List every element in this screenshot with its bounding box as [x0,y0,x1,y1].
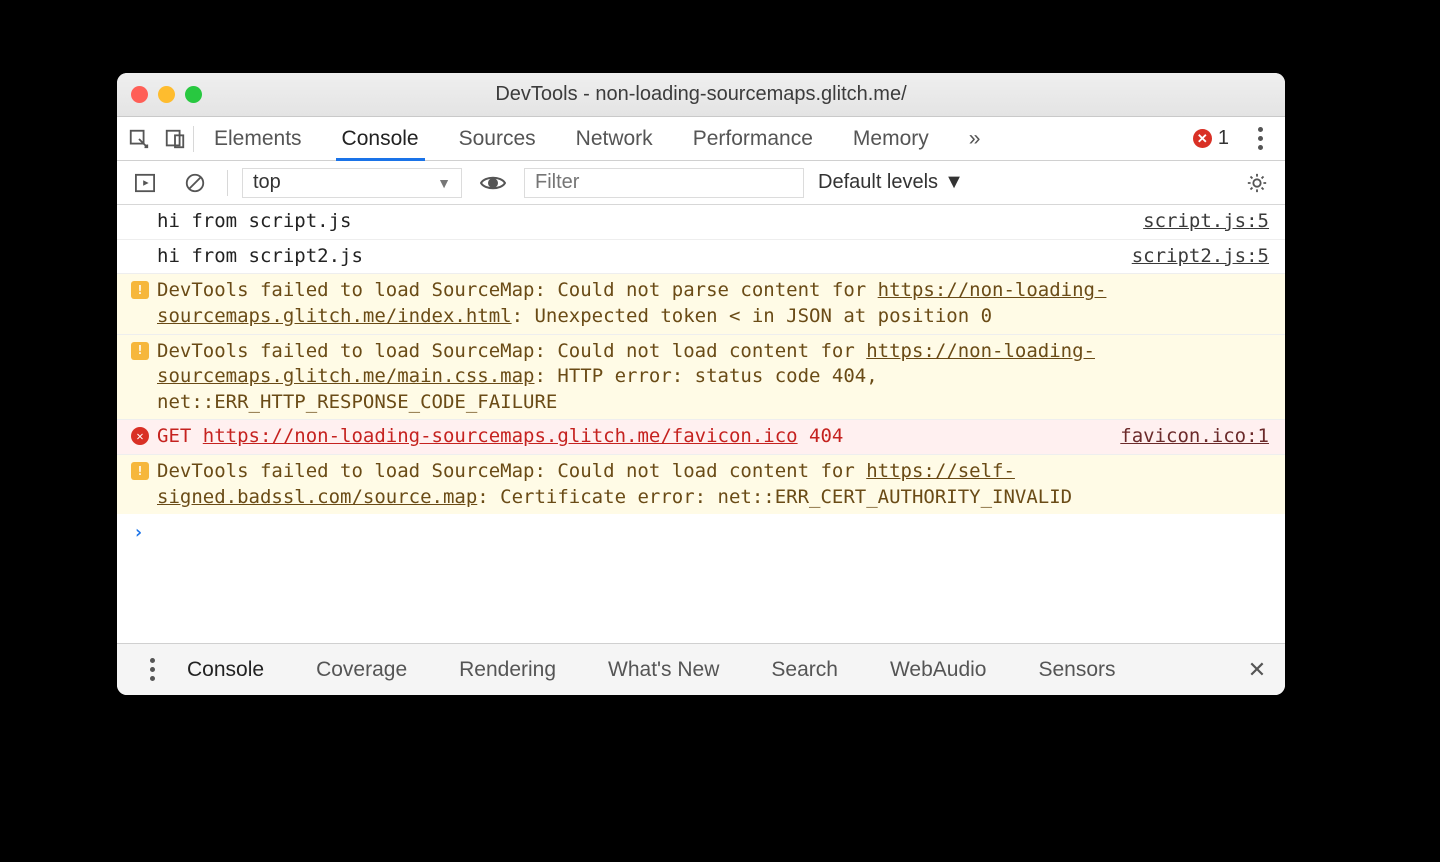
message-text: hi from script2.js [157,244,363,270]
drawer-tab-whatsnew[interactable]: What's New [606,644,721,695]
tab-sources[interactable]: Sources [457,117,538,160]
tab-elements[interactable]: Elements [212,117,304,160]
message-source-link[interactable]: script2.js:5 [1112,244,1269,270]
drawer-close-icon[interactable]: ✕ [1239,657,1275,683]
console-message[interactable]: hi from script2.js script2.js:5 [117,239,1285,274]
message-text: DevTools failed to load SourceMap: Could… [157,459,1269,510]
warning-icon: ! [131,281,149,299]
console-prompt[interactable]: › [117,514,1285,551]
clear-console-icon[interactable] [177,165,213,201]
drawer-tab-sensors[interactable]: Sensors [1036,644,1117,695]
main-tabs-bar: Elements Console Sources Network Perform… [117,117,1285,161]
console-error[interactable]: ✕ GET https://non-loading-sourcemaps.gli… [117,419,1285,454]
chevron-down-icon: ▼ [944,171,964,194]
warning-icon: ! [131,342,149,360]
drawer-tab-webaudio[interactable]: WebAudio [888,644,989,695]
warning-icon: ! [131,462,149,480]
divider [193,126,194,152]
divider [227,170,228,196]
message-source-link[interactable]: script.js:5 [1123,209,1269,235]
message-text: GET https://non-loading-sourcemaps.glitc… [157,424,843,450]
drawer-tab-rendering[interactable]: Rendering [457,644,558,695]
error-icon: ✕ [131,427,149,445]
minimize-window-button[interactable] [158,86,175,103]
error-count-value: 1 [1218,127,1229,150]
devtools-window: DevTools - non-loading-sourcemaps.glitch… [117,73,1285,695]
zoom-window-button[interactable] [185,86,202,103]
tabs-overflow[interactable]: » [967,117,983,160]
drawer-menu-icon[interactable] [137,658,167,681]
main-tabs: Elements Console Sources Network Perform… [212,117,982,160]
log-levels-select[interactable]: Default levels ▼ [818,171,964,194]
console-warning[interactable]: ! DevTools failed to load SourceMap: Cou… [117,273,1285,333]
error-counter[interactable]: ✕ 1 [1193,127,1229,150]
message-text: DevTools failed to load SourceMap: Could… [157,278,1269,329]
drawer-tabs: Console Coverage Rendering What's New Se… [185,644,1118,695]
live-expression-icon[interactable] [476,165,510,201]
error-icon: ✕ [1193,129,1212,148]
titlebar: DevTools - non-loading-sourcemaps.glitch… [117,73,1285,117]
drawer-tab-search[interactable]: Search [769,644,840,695]
tab-performance[interactable]: Performance [691,117,815,160]
console-output: hi from script.js script.js:5 hi from sc… [117,205,1285,643]
traffic-lights [131,86,202,103]
tab-console[interactable]: Console [340,117,421,160]
message-text: DevTools failed to load SourceMap: Could… [157,339,1269,416]
log-levels-label: Default levels [818,171,938,194]
console-warning[interactable]: ! DevTools failed to load SourceMap: Cou… [117,454,1285,514]
chevron-down-icon: ▼ [437,175,451,191]
inspect-element-icon[interactable] [121,121,157,157]
tab-network[interactable]: Network [574,117,655,160]
console-toolbar: top ▼ Default levels ▼ [117,161,1285,205]
execution-context-select[interactable]: top ▼ [242,168,462,198]
window-title: DevTools - non-loading-sourcemaps.glitch… [495,83,906,106]
console-settings-icon[interactable] [1239,165,1275,201]
drawer-tab-console[interactable]: Console [185,644,266,695]
toggle-sidebar-icon[interactable] [127,165,163,201]
message-text: hi from script.js [157,209,351,235]
tab-memory[interactable]: Memory [851,117,931,160]
message-source-link[interactable]: favicon.ico:1 [1100,424,1269,450]
close-window-button[interactable] [131,86,148,103]
main-menu-icon[interactable] [1245,127,1275,150]
drawer-tab-coverage[interactable]: Coverage [314,644,409,695]
drawer-tabs-bar: Console Coverage Rendering What's New Se… [117,643,1285,695]
console-filter-input[interactable] [524,168,804,198]
device-toolbar-icon[interactable] [157,121,193,157]
message-url-link[interactable]: https://non-loading-sourcemaps.glitch.me… [203,425,798,447]
execution-context-value: top [253,171,281,194]
console-warning[interactable]: ! DevTools failed to load SourceMap: Cou… [117,334,1285,420]
console-message[interactable]: hi from script.js script.js:5 [117,205,1285,239]
